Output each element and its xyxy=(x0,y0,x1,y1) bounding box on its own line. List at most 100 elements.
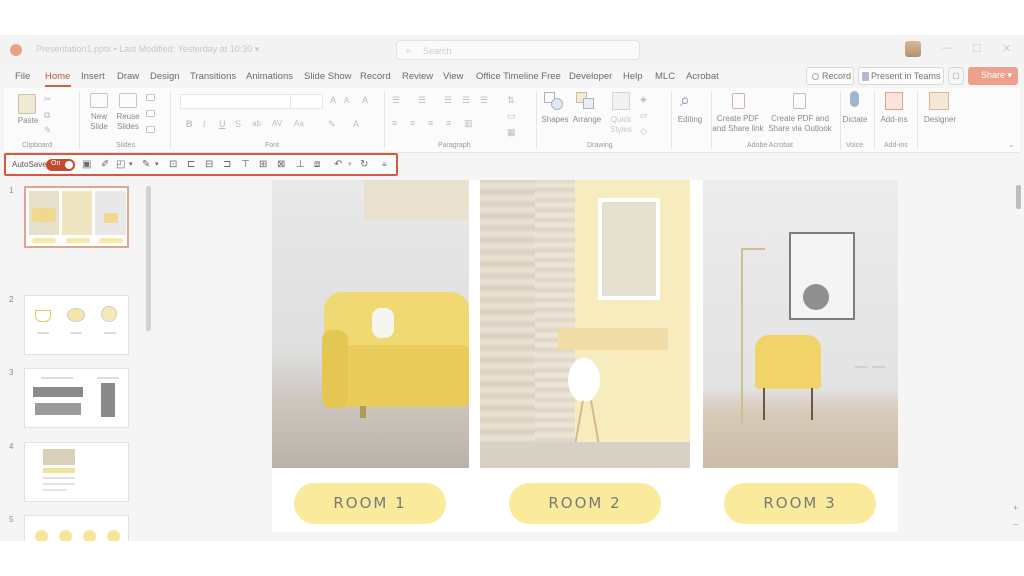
tab-mlc[interactable]: MLC xyxy=(655,71,675,82)
present-in-teams-button[interactable]: Present in Teams xyxy=(858,67,944,85)
align-center-icon[interactable]: ≡ xyxy=(410,118,415,128)
room-3-label[interactable]: ROOM 3 xyxy=(724,483,876,524)
reset-icon[interactable] xyxy=(146,110,155,117)
save-icon[interactable]: ▣ xyxy=(82,159,91,171)
slide-thumbnail-3[interactable] xyxy=(24,368,129,428)
editing-label[interactable]: Editing xyxy=(674,115,706,125)
close-button[interactable]: ✕ xyxy=(1002,42,1011,55)
layout-icon[interactable] xyxy=(146,94,155,101)
font-size-dropdown[interactable] xyxy=(290,94,323,109)
main-scrollbar[interactable] xyxy=(1016,185,1021,209)
smartart-icon[interactable]: ▦ xyxy=(507,127,516,138)
shapes-icon[interactable] xyxy=(544,92,564,110)
zoom-out-icon[interactable]: – xyxy=(1013,519,1018,529)
paste-icon[interactable] xyxy=(18,94,36,114)
align-middle-objects-icon[interactable]: ⊞ xyxy=(259,159,267,171)
undo-icon[interactable]: ↶ xyxy=(334,159,342,171)
customize-toolbar-icon[interactable]: ≡ xyxy=(382,159,387,171)
align-bottom-objects-icon[interactable]: ⊥ xyxy=(296,159,305,171)
shape-effects-icon[interactable]: ◇ xyxy=(640,126,647,137)
bullets-icon[interactable]: ☰ xyxy=(392,95,400,106)
collapse-ribbon-icon[interactable]: ⌄ xyxy=(1008,140,1015,149)
arrange-icon[interactable] xyxy=(576,92,596,110)
tab-developer[interactable]: Developer xyxy=(569,71,612,82)
section-icon[interactable] xyxy=(146,126,155,133)
decrease-indent-icon[interactable]: ☰ xyxy=(444,95,452,106)
distribute-icon[interactable]: ⊠ xyxy=(277,159,285,171)
tab-record[interactable]: Record xyxy=(360,71,391,82)
highlighter-icon[interactable]: ✎ xyxy=(142,159,150,171)
line-spacing-icon[interactable]: ☰ xyxy=(480,95,488,106)
format-painter-icon[interactable]: ✐ xyxy=(101,159,109,171)
shadow-icon[interactable]: S xyxy=(235,119,241,129)
record-button[interactable]: Record xyxy=(806,67,854,85)
zoom-in-icon[interactable]: + xyxy=(1013,503,1018,513)
change-case-icon[interactable]: Aa xyxy=(294,119,304,128)
increase-font-icon[interactable]: A xyxy=(330,95,336,105)
tab-transitions[interactable]: Transitions xyxy=(190,71,236,82)
tab-review[interactable]: Review xyxy=(402,71,433,82)
quick-styles-icon[interactable] xyxy=(612,92,630,110)
find-icon[interactable]: ⌕ xyxy=(680,90,690,111)
font-color-icon[interactable]: A xyxy=(353,119,359,129)
align-top-objects-icon[interactable]: ⊤ xyxy=(241,159,250,171)
tab-insert[interactable]: Insert xyxy=(81,71,105,82)
shape-fill-icon[interactable]: ◈ xyxy=(640,94,647,105)
autosave-toggle[interactable]: On xyxy=(46,159,75,171)
tab-draw[interactable]: Draw xyxy=(117,71,139,82)
tab-home[interactable]: Home xyxy=(45,71,70,82)
chevron-down-icon[interactable]: ▾ xyxy=(129,159,133,171)
clear-format-icon[interactable]: A xyxy=(362,95,368,105)
text-direction-icon[interactable]: ⇅ xyxy=(507,95,515,106)
align-right-objects-icon[interactable]: ⊐ xyxy=(223,159,231,171)
tab-file[interactable]: File xyxy=(15,71,30,82)
group-icon[interactable]: ⧈ xyxy=(314,159,320,171)
slide-thumbnail-2[interactable] xyxy=(24,295,129,355)
add-ins-icon[interactable] xyxy=(885,92,903,110)
copy-icon[interactable]: ⧉ xyxy=(44,110,50,121)
create-pdf-outlook-icon[interactable] xyxy=(793,93,806,109)
slide-thumbnail-1[interactable] xyxy=(24,186,129,248)
slides-scrollbar[interactable] xyxy=(146,186,151,331)
numbering-icon[interactable]: ☰ xyxy=(418,95,426,106)
document-title[interactable]: Presentation1.pptx • Last Modified: Yest… xyxy=(36,44,259,55)
room-1-label[interactable]: ROOM 1 xyxy=(294,483,446,524)
shape-outline-icon[interactable]: ▱ xyxy=(640,110,647,121)
share-button[interactable]: Share ▾ xyxy=(968,67,1018,85)
slide-canvas[interactable]: ROOM 1 ROOM 2 ROOM 3 xyxy=(272,180,898,532)
tab-slide-show[interactable]: Slide Show xyxy=(304,71,352,82)
spacing-icon[interactable]: AV xyxy=(272,119,282,128)
chevron-down-icon[interactable]: ▾ xyxy=(155,159,159,171)
search-input[interactable]: ⌕ Search xyxy=(396,40,640,60)
italic-icon[interactable]: I xyxy=(203,119,206,129)
new-slide-icon[interactable] xyxy=(90,93,108,108)
underline-icon[interactable]: U xyxy=(219,119,226,129)
maximize-button[interactable]: ☐ xyxy=(972,42,982,55)
align-left-objects-icon[interactable]: ⊏ xyxy=(187,159,195,171)
minimize-button[interactable]: — xyxy=(942,42,953,54)
columns-icon[interactable]: ▥ xyxy=(464,118,473,129)
align-left-icon[interactable]: ≡ xyxy=(392,118,397,128)
format-painter-icon[interactable]: ✎ xyxy=(44,125,52,136)
tab-help[interactable]: Help xyxy=(623,71,643,82)
designer-icon[interactable] xyxy=(929,92,949,110)
bold-icon[interactable]: B xyxy=(186,119,193,129)
microphone-icon[interactable] xyxy=(850,91,859,107)
highlight-icon[interactable]: ✎ xyxy=(328,119,336,130)
increase-indent-icon[interactable]: ☰ xyxy=(462,95,470,106)
tab-acrobat[interactable]: Acrobat xyxy=(686,71,719,82)
comments-button[interactable]: ▢ xyxy=(948,67,964,85)
text-box-icon[interactable]: ⊡ xyxy=(169,159,177,171)
align-center-objects-icon[interactable]: ⊟ xyxy=(205,159,213,171)
chevron-down-icon[interactable]: ▾ xyxy=(348,159,352,171)
tab-view[interactable]: View xyxy=(443,71,463,82)
slide-thumbnail-4[interactable] xyxy=(24,442,129,502)
shapes-icon[interactable]: ◰ xyxy=(116,159,125,171)
tab-office-timeline[interactable]: Office Timeline Free xyxy=(476,71,561,82)
tab-animations[interactable]: Animations xyxy=(246,71,293,82)
align-right-icon[interactable]: ≡ xyxy=(428,118,433,128)
redo-icon[interactable]: ↻ xyxy=(360,159,368,171)
align-text-icon[interactable]: ▭ xyxy=(507,111,516,122)
avatar[interactable] xyxy=(905,41,921,57)
create-pdf-share-icon[interactable] xyxy=(732,93,745,109)
